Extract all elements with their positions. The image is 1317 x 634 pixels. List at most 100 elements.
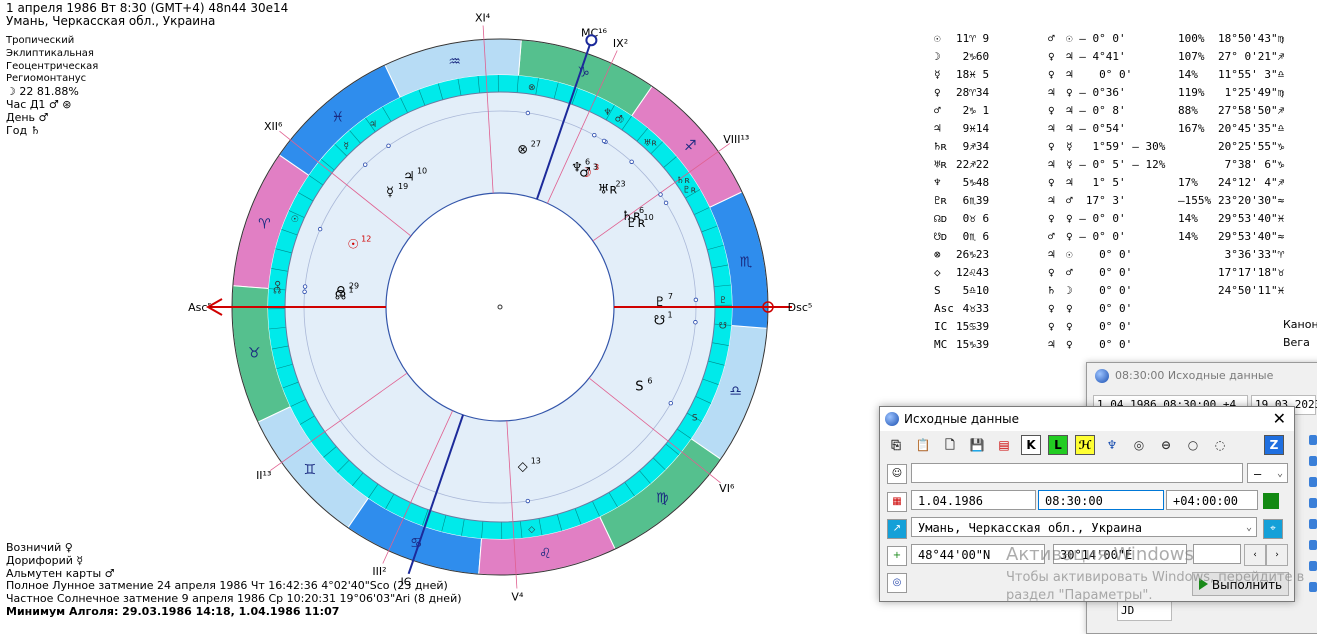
planet-glyph[interactable]: ♇ — [654, 295, 666, 310]
planet-house-number: 6 — [647, 377, 652, 386]
daylight-indicator[interactable] — [1263, 493, 1279, 509]
position-ruler: ♃ — [1048, 120, 1055, 138]
planet-glyph[interactable]: ☋ — [654, 313, 666, 328]
position-longitude: 5♎10 — [956, 282, 989, 300]
planet-ring-glyph: ☉ — [291, 215, 299, 225]
bottom-info: Возничий ♀ Дорифорий ☿ Альмутен карты ♂ … — [6, 542, 462, 619]
dialog-title: Исходные данные — [904, 412, 1019, 426]
activation-watermark-title: Активация Windows — [1006, 544, 1194, 565]
position-ruler: ♃ — [1048, 84, 1055, 102]
toolbar-button[interactable]: ◎ — [1129, 435, 1149, 455]
position-degree: 24°50'11"♓ — [1218, 282, 1284, 300]
toolbar-button[interactable]: ⊖ — [1156, 435, 1176, 455]
position-ruler: ♃ — [1048, 246, 1055, 264]
toolbar-button[interactable]: K — [1021, 435, 1041, 455]
planet-house-number: 7 — [668, 292, 673, 301]
planet-glyph[interactable]: ☉ — [347, 237, 359, 252]
planet-glyph[interactable]: ♅ʀ — [598, 182, 618, 197]
toolbar-button[interactable]: ♆ — [1102, 435, 1122, 455]
position-longitude: 9♐34 — [956, 138, 989, 156]
algol-value: 29.03.1986 14:18, 1.04.1986 11:07 — [118, 605, 339, 618]
position-glyph: MC — [934, 336, 947, 354]
position-percent: 88% — [1178, 102, 1198, 120]
position-longitude: 28♈34 — [956, 84, 989, 102]
planet-position-dot — [303, 285, 307, 289]
position-ruler: ♂ — [1048, 228, 1055, 246]
position-degree: 23°20'30"≈ — [1218, 192, 1284, 210]
calendar-icon[interactable]: ▦ — [887, 492, 907, 512]
position-degree: 24°12' 4"♐ — [1218, 174, 1284, 192]
position-longitude: 22♐22 — [956, 156, 989, 174]
planet-glyph[interactable]: ♆ — [571, 161, 583, 176]
planet-ring-glyph: ◇ — [528, 525, 535, 535]
planet-glyph[interactable]: S — [635, 380, 643, 395]
toolbar-button[interactable]: ⎘ — [886, 435, 906, 455]
planet-house-number: 23 — [615, 179, 625, 188]
planet-glyph[interactable]: ☿ — [386, 185, 394, 200]
position-ruler: ♀ — [1048, 48, 1055, 66]
date-input[interactable]: 1.04.1986 — [911, 490, 1036, 510]
position-degree: 29°53'40"≈ — [1218, 228, 1284, 246]
toolbar-button[interactable]: ○ — [1183, 435, 1203, 455]
planet-position-dot — [664, 201, 668, 205]
position-longitude: 2♑60 — [956, 48, 989, 66]
toolbar-button[interactable]: L — [1048, 435, 1068, 455]
person-icon[interactable]: ☺ — [887, 464, 907, 484]
planet-glyph[interactable]: ♃ — [403, 169, 415, 184]
position-aspect: ☉ – 0° 0' — [1066, 30, 1126, 48]
place-input[interactable]: Умань, Черкасская обл., Украина⌄ — [911, 517, 1257, 537]
position-degree: 3°36'33"♈ — [1218, 246, 1284, 264]
toolbar-button[interactable]: 📋 — [913, 435, 933, 455]
natal-chart-wheel[interactable]: ♈♉♊♋♌♍♎♏♐♑♒♓Asc⁵II¹³III²ICV⁴VI⁶Dsc⁵VIII¹… — [0, 0, 880, 624]
extra-input[interactable] — [1193, 544, 1241, 564]
planet-position-dot — [593, 133, 597, 137]
planet-house-number: 1 — [348, 286, 353, 295]
dialog-titlebar[interactable]: Исходные данные ✕ — [880, 407, 1294, 431]
toolbar-button[interactable]: 🗋 — [940, 435, 960, 455]
activation-line1: Чтобы активировать Windows, перейдите в — [1006, 569, 1304, 587]
position-percent: 14% — [1178, 228, 1198, 246]
position-ruler: ♃ — [1048, 336, 1055, 354]
time-input[interactable]: 08:30:00 — [1038, 490, 1164, 510]
toolbar-button[interactable]: ◌ — [1210, 435, 1230, 455]
kanon-label: Канон — [1283, 318, 1317, 331]
position-percent: 107% — [1178, 48, 1205, 66]
planet-ring-glyph: ♇ʀ — [683, 185, 697, 195]
planet-house-number: 13 — [531, 456, 541, 465]
position-glyph: ♃ — [934, 120, 941, 138]
planet-glyph[interactable]: ☊ — [335, 289, 347, 304]
timezone-input[interactable]: +04:00:00 — [1166, 490, 1258, 510]
planet-house-number: 3 — [593, 162, 598, 171]
place-value: Умань, Черкасская обл., Украина — [918, 521, 1142, 535]
position-longitude: 0♉ 6 — [956, 210, 989, 228]
sign-glyph: ♌ — [539, 546, 552, 562]
position-longitude: 4♉33 — [956, 300, 989, 318]
name-dropdown[interactable]: –⌄ — [1247, 463, 1288, 483]
planet-glyph[interactable]: ⊗ — [517, 143, 528, 158]
planet-glyph[interactable]: ♇ʀ — [626, 216, 646, 231]
toolbar-button[interactable]: ℋ — [1075, 435, 1095, 455]
position-glyph: ♂ — [934, 102, 941, 120]
position-aspect: ♀ – 0° 0' — [1066, 210, 1126, 228]
bg-side-buttons[interactable] — [1309, 435, 1317, 603]
position-longitude: 2♑ 1 — [956, 102, 989, 120]
toolbar-button[interactable]: ▤ — [994, 435, 1014, 455]
map-icon[interactable]: ⌖ — [1263, 519, 1283, 539]
planet-glyph[interactable]: ◇ — [518, 459, 528, 474]
position-glyph: ☊ᴅ — [934, 210, 947, 228]
position-aspect: ♃ – 0° 8' — [1066, 102, 1126, 120]
settings-icon[interactable]: ◎ — [887, 573, 907, 593]
spin-left[interactable]: ‹ — [1244, 544, 1266, 566]
close-button[interactable]: ✕ — [1273, 407, 1286, 431]
planet-ring-glyph: ♆ — [603, 108, 611, 118]
sign-glyph: ♎ — [729, 384, 742, 400]
name-input[interactable] — [911, 463, 1243, 483]
position-ruler: ♀ — [1048, 264, 1055, 282]
toolbar-button[interactable]: Z — [1264, 435, 1284, 455]
spin-right[interactable]: › — [1266, 544, 1288, 566]
toolbar-button[interactable]: 💾 — [967, 435, 987, 455]
planet-house-number: 27 — [531, 140, 541, 149]
coordinates-icon[interactable]: + — [887, 546, 907, 566]
place-icon[interactable]: ↗ — [887, 519, 907, 539]
position-ruler: ♀ — [1048, 210, 1055, 228]
